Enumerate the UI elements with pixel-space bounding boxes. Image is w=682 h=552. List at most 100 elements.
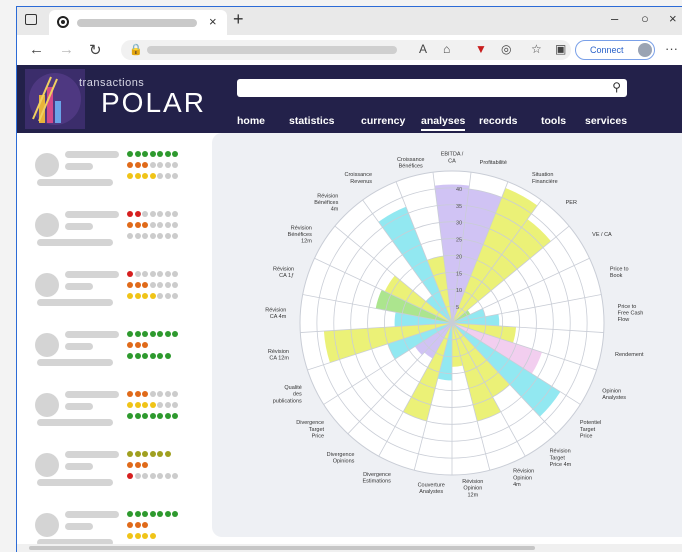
tab-actions-icon[interactable] (25, 14, 37, 25)
rating-dots (127, 271, 180, 277)
list-item[interactable] (17, 325, 212, 387)
rating-dot (127, 511, 133, 517)
rating-dot (127, 331, 133, 337)
rating-dot (172, 151, 178, 157)
list-item[interactable] (17, 265, 212, 327)
tab-strip: × + – ○ × (17, 7, 682, 35)
axis-category-label-line: Croissance (397, 157, 425, 163)
axis-category-label-line: VE / CA (592, 232, 612, 238)
logo-title[interactable]: POLAR (101, 87, 206, 119)
axis-category-label-line: Couverture (418, 482, 445, 488)
axis-category-label-line: PER (566, 200, 577, 206)
more-icon[interactable]: ··· (665, 41, 678, 56)
extension-icon[interactable]: ◎ (501, 42, 511, 56)
app-icon[interactable]: ⌂ (443, 42, 450, 56)
placeholder-text (65, 163, 93, 170)
placeholder-text (65, 283, 93, 290)
maximize-icon[interactable]: ○ (641, 11, 649, 26)
avatar (35, 153, 59, 177)
axis-category-label-line: Opinion (602, 388, 621, 394)
axis-category-label: Révision Bénéfices 4m (314, 193, 339, 212)
rating-dot (164, 331, 171, 337)
rating-dot (142, 331, 148, 337)
axis-category-label-line: Révision (513, 469, 534, 475)
rating-dot (149, 413, 156, 419)
rating-dot (164, 151, 171, 157)
axis-category-label-line: Divergence (327, 452, 355, 458)
rating-dot (157, 391, 163, 397)
list-item[interactable] (17, 145, 212, 207)
axis-category-label: VE / CA (592, 232, 612, 238)
favorite-icon[interactable]: ☆ (531, 42, 542, 56)
axis-category-label-line: 12m (467, 492, 478, 498)
rating-dot (157, 233, 163, 239)
placeholder-text (37, 239, 113, 246)
rating-dot (164, 391, 171, 397)
read-aloud-icon[interactable]: A (419, 42, 427, 56)
lock-icon: 🔒 (129, 44, 143, 56)
placeholder-text (65, 403, 93, 410)
axis-category-label-line: Divergence (363, 472, 391, 478)
axis-category-label-line: Révision (265, 307, 286, 313)
rating-dot (134, 233, 141, 239)
axis-category-label: Révision Opinion 4m (513, 469, 534, 488)
connect-button[interactable]: Connect (575, 40, 655, 60)
rating-dot (149, 353, 156, 359)
new-tab-icon[interactable]: + (233, 9, 244, 30)
axis-category-label-line: Situation (532, 172, 553, 178)
rating-dot (134, 151, 141, 157)
rating-dot (134, 211, 141, 217)
menu-records[interactable]: records (479, 115, 518, 127)
menu-analyses[interactable]: analyses (421, 115, 466, 131)
rating-dot (134, 533, 141, 539)
axis-category-label: Croissance Revenus (345, 172, 373, 185)
rating-dot (127, 211, 133, 217)
placeholder-text (37, 359, 113, 366)
rating-dot (172, 391, 178, 397)
search-icon[interactable]: ⚲ (612, 80, 621, 94)
rating-dot (157, 151, 163, 157)
tab-close-icon[interactable]: × (209, 14, 217, 29)
close-window-icon[interactable]: × (669, 11, 677, 26)
placeholder-text (37, 299, 113, 306)
rating-dot (157, 511, 163, 517)
axis-category-label: Croissance Bénéfices (397, 157, 425, 170)
scrollbar-thumb[interactable] (29, 546, 535, 550)
axis-category-label-line: Book (610, 273, 623, 279)
rating-dot (134, 342, 141, 348)
rating-dot (127, 353, 133, 359)
axis-category-label-line: Bénéfices (399, 164, 423, 170)
shield-icon[interactable]: ▼ (475, 42, 487, 56)
list-item[interactable] (17, 205, 212, 267)
menu-tools[interactable]: tools (541, 115, 566, 127)
rating-dot (172, 293, 178, 299)
axis-category-label: Révision Opinion 12m (462, 479, 483, 498)
list-item[interactable] (17, 385, 212, 447)
rating-dot (142, 271, 148, 277)
back-icon[interactable]: ← (29, 41, 44, 58)
rating-dot (127, 233, 133, 239)
profile-avatar (638, 43, 652, 57)
rating-dot (157, 162, 163, 168)
url-field[interactable]: 🔒 A ⌂ ▼ ◎ ☆ ▣ (121, 40, 571, 60)
browser-tab[interactable]: × (49, 10, 227, 35)
axis-category-label-line: CA 4m (270, 314, 287, 320)
rating-dot (127, 222, 133, 228)
axis-category-label: Rendement (615, 352, 644, 358)
axis-category-label-line: des (293, 392, 302, 398)
minimize-icon[interactable]: – (611, 11, 618, 26)
forward-icon[interactable]: → (59, 41, 74, 58)
list-item[interactable] (17, 445, 212, 507)
axis-category-label-line: Price to (610, 266, 629, 272)
menu-currency[interactable]: currency (361, 115, 405, 127)
rating-dot (134, 173, 141, 179)
menu-home[interactable]: home (237, 115, 265, 127)
menu-services[interactable]: services (585, 115, 627, 127)
rating-dot (164, 413, 171, 419)
rating-dot (164, 233, 171, 239)
rating-dot (149, 451, 156, 457)
menu-statistics[interactable]: statistics (289, 115, 335, 127)
collections-icon[interactable]: ▣ (555, 42, 566, 56)
refresh-icon[interactable]: ↻ (89, 41, 102, 59)
site-search-input[interactable]: ⚲ (237, 79, 627, 97)
